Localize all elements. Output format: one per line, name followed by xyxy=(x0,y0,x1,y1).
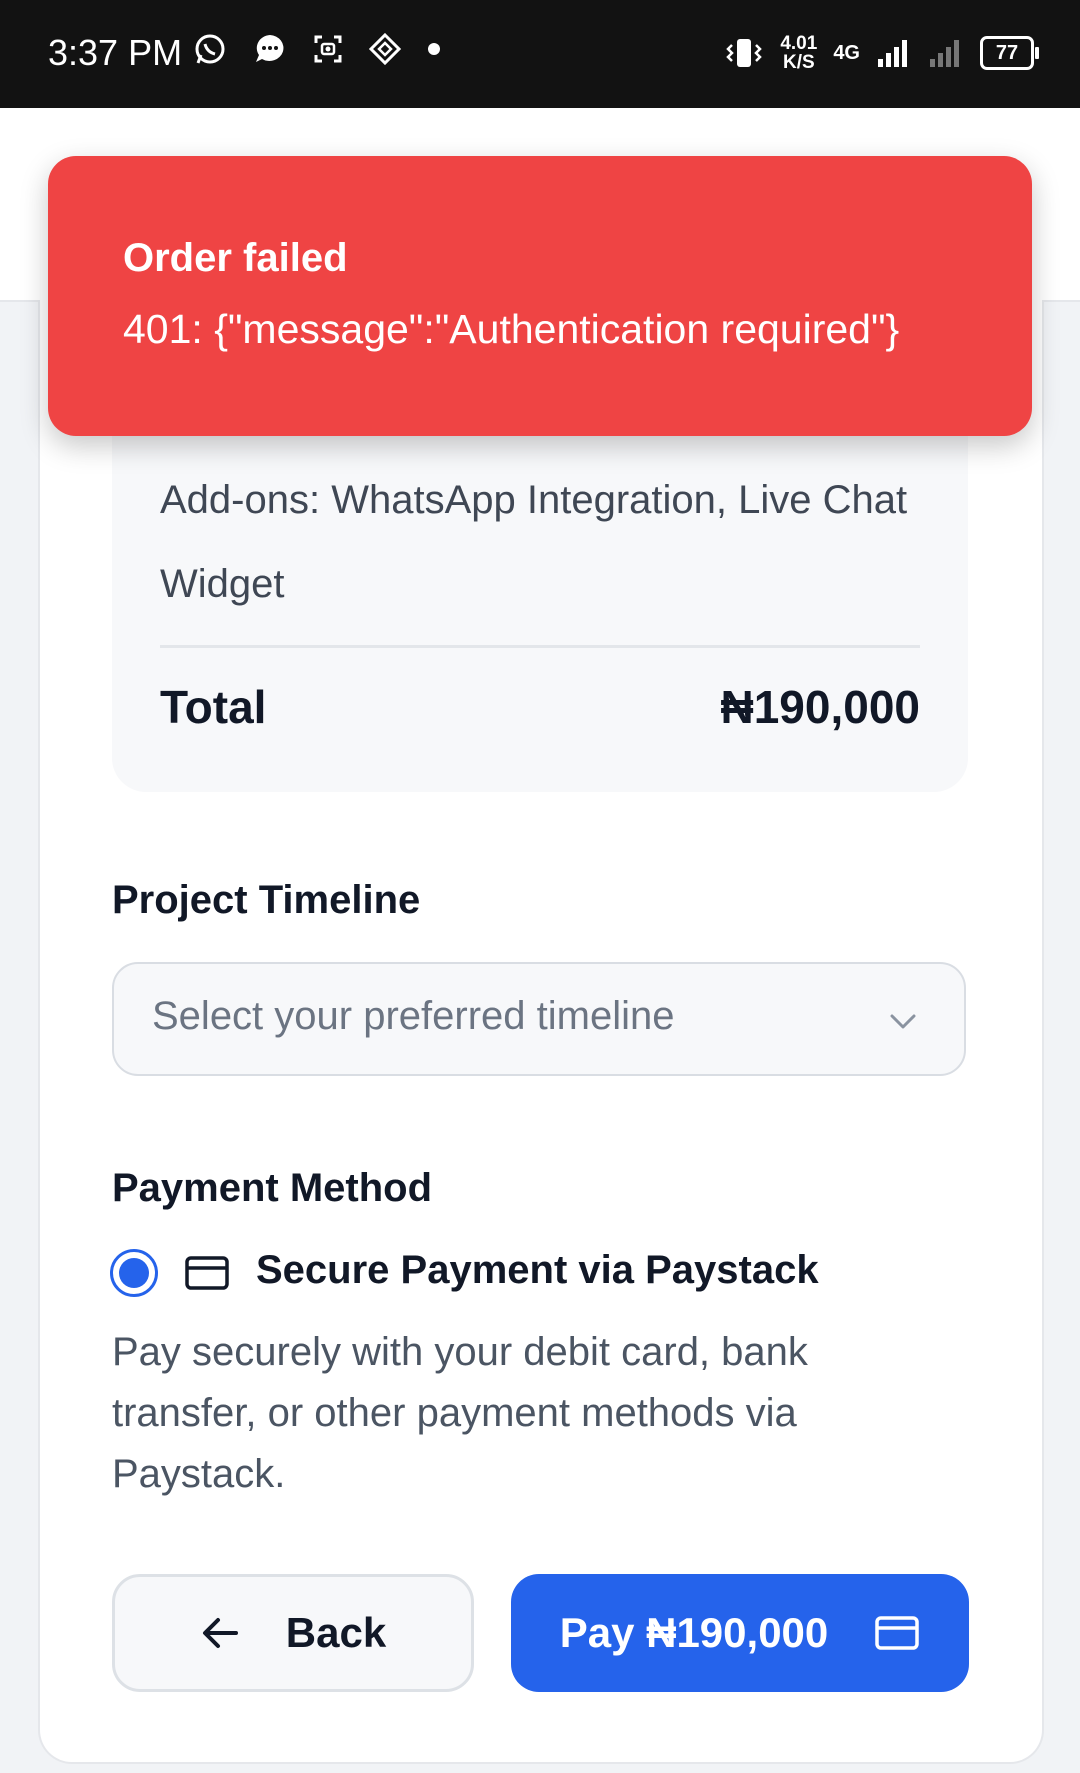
arrow-left-icon xyxy=(202,1618,238,1648)
credit-card-icon xyxy=(185,1256,229,1290)
total-label: Total xyxy=(160,681,267,733)
whatsapp-icon xyxy=(195,34,225,64)
paystack-option-label[interactable]: Secure Payment via Paystack xyxy=(256,1248,819,1293)
pay-button-label: Pay ₦190,000 xyxy=(559,1609,829,1656)
credit-card-icon xyxy=(875,1616,920,1650)
radio-selected-dot xyxy=(119,1258,149,1288)
network-speed: 4.01 K/S xyxy=(780,34,817,72)
screenshot-icon xyxy=(314,35,342,63)
toast-message: 401: {"message":"Authentication required… xyxy=(123,306,900,352)
status-time: 3:37 PM xyxy=(48,32,183,73)
toast-title: Order failed xyxy=(123,236,348,280)
timeline-select[interactable]: Select your preferred timeline xyxy=(112,962,966,1076)
timeline-placeholder: Select your preferred timeline xyxy=(152,994,675,1038)
back-button[interactable]: Back xyxy=(112,1574,474,1692)
network-speed-unit: K/S xyxy=(782,52,815,73)
back-button-label: Back xyxy=(285,1609,387,1656)
vibrate-icon xyxy=(726,39,763,67)
dot-icon xyxy=(428,43,440,55)
signal-icon xyxy=(930,40,959,67)
battery-level: 77 xyxy=(995,41,1019,64)
status-bar: 3:37 PM 4.01 K/S 4G 77 xyxy=(0,0,1080,108)
network-type: 4G xyxy=(833,41,860,64)
signal-icon xyxy=(878,40,907,67)
pay-button[interactable]: Pay ₦190,000 xyxy=(511,1574,969,1692)
total-value: ₦190,000 xyxy=(720,681,921,733)
message-icon xyxy=(256,35,284,62)
summary-divider xyxy=(160,645,920,648)
chevron-down-icon xyxy=(890,1014,916,1029)
network-speed-value: 4.01 xyxy=(780,33,818,54)
status-system-icons: 4.01 K/S 4G 77 xyxy=(724,34,1039,72)
battery-icon: 77 xyxy=(980,36,1039,70)
status-notification-icons xyxy=(193,32,441,66)
addons-text: Add-ons: WhatsApp Integration, Live Chat… xyxy=(160,478,908,606)
error-toast[interactable]: Order failed 401: {"message":"Authentica… xyxy=(48,156,1032,436)
timeline-label: Project Timeline xyxy=(112,878,421,922)
app-icon xyxy=(369,33,401,65)
payment-method-label: Payment Method xyxy=(112,1166,433,1210)
paystack-description: Pay securely with your debit card, bank … xyxy=(112,1330,808,1496)
paystack-radio[interactable] xyxy=(110,1249,158,1297)
